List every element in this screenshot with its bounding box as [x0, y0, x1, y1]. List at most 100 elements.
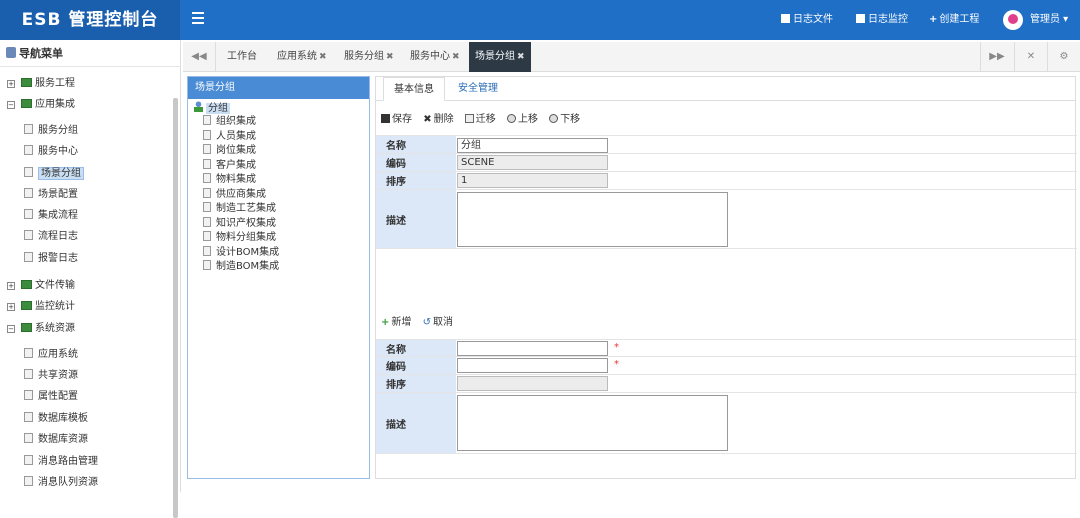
- sidebar-item[interactable]: + 服务工程: [7, 74, 75, 94]
- user-menu[interactable]: 管理员 ▾: [1030, 0, 1068, 40]
- detail-tabs: 基本信息 安全管理: [376, 77, 1075, 101]
- sidebar: 导航菜单 + 服务工程 − 应用集成 服务分组 服务中心 场景分组 场景配置 集成流程 流程日志报…: [0, 40, 181, 518]
- file-icon: [781, 14, 790, 23]
- menu-toggle-icon[interactable]: [192, 12, 204, 26]
- log-file-link[interactable]: 日志文件: [781, 0, 833, 40]
- page-icon: [24, 369, 33, 379]
- sidebar-scrollbar[interactable]: [173, 98, 178, 518]
- page-icon: [24, 188, 33, 198]
- sidebar-item[interactable]: 场景分组: [24, 164, 84, 184]
- tree-node[interactable]: 岗位集成: [203, 144, 256, 158]
- page-icon: [203, 144, 211, 154]
- folder-icon: [21, 78, 32, 87]
- sidebar-item[interactable]: 场景配置: [24, 185, 78, 205]
- save-button[interactable]: 保存: [381, 114, 412, 125]
- sidebar-item[interactable]: + 监控统计: [7, 297, 75, 317]
- page-icon: [24, 252, 33, 262]
- page-icon: [24, 230, 33, 240]
- close-icon[interactable]: ✖: [386, 52, 394, 62]
- page-icon: [24, 209, 33, 219]
- undo-icon: ↺: [422, 317, 431, 328]
- close-icon[interactable]: ✖: [517, 52, 525, 62]
- sidebar-item[interactable]: 数据库资源: [24, 430, 88, 450]
- sidebar-item[interactable]: 消息路由管理: [24, 452, 98, 472]
- migrate-button[interactable]: 迁移: [464, 114, 496, 125]
- fullscreen-icon[interactable]: ✕: [1014, 42, 1047, 72]
- tree-node[interactable]: 物料分组集成: [203, 231, 276, 245]
- sidebar-item[interactable]: 服务中心: [24, 142, 78, 162]
- expand-icon[interactable]: +: [7, 303, 15, 311]
- collapse-icon[interactable]: −: [7, 101, 15, 109]
- delete-button[interactable]: ✖ 删除: [423, 114, 453, 125]
- tree-node[interactable]: 客户集成: [203, 158, 256, 173]
- sidebar-item[interactable]: 报警日志: [24, 249, 78, 269]
- top-header: ESB 管理控制台 日志文件 日志监控 + 创建工程 管理员 ▾: [0, 0, 1080, 40]
- detail-panel: 基本信息 安全管理 保存 ✖ 删除 迁移 上移 下移 名称 分组 编码 SCENE…: [375, 76, 1077, 479]
- sidebar-item[interactable]: 数据库模板: [24, 409, 88, 429]
- new-name-field[interactable]: [457, 341, 608, 356]
- new-code-field[interactable]: [457, 358, 608, 373]
- sidebar-item[interactable]: 应用系统: [24, 345, 78, 365]
- log-monitor-link[interactable]: 日志监控: [856, 0, 908, 40]
- scene-group-tree-panel: 场景分组 分组 组织集成 人员集成 岗位集成 客户集成 物料集成 供应商集成 制造工艺集成知…: [187, 76, 370, 479]
- page-icon: [24, 412, 33, 422]
- tab[interactable]: 工作台: [227, 42, 257, 72]
- tab-scroll-right-icon[interactable]: ▶▶: [980, 42, 1013, 72]
- close-icon[interactable]: ✖: [452, 52, 460, 62]
- page-icon: [24, 455, 33, 465]
- expand-icon[interactable]: +: [7, 80, 15, 88]
- tree-root[interactable]: 分组: [194, 101, 230, 116]
- new-row-desc: 描述: [376, 393, 1077, 454]
- tree-title: 场景分组: [188, 77, 369, 99]
- sidebar-item[interactable]: 属性配置: [24, 387, 78, 407]
- toolbar-top: 保存 ✖ 删除 迁移 上移 下移: [381, 111, 588, 129]
- tab[interactable]: 场景分组 ✖: [469, 42, 531, 72]
- sidebar-item[interactable]: − 应用集成: [7, 95, 75, 115]
- page-icon: [203, 173, 211, 183]
- tab[interactable]: 服务中心 ✖: [410, 42, 460, 72]
- gear-icon[interactable]: ⚙: [1047, 42, 1080, 72]
- page-icon: [24, 348, 33, 358]
- page-icon: [203, 129, 211, 140]
- tree-node[interactable]: 设计BOM集成: [203, 245, 279, 260]
- sidebar-item[interactable]: 消息队列资源: [24, 473, 98, 493]
- tree-node[interactable]: 物料集成: [203, 173, 256, 187]
- move-up-button[interactable]: 上移: [506, 114, 538, 125]
- tab[interactable]: 应用系统 ✖: [277, 42, 327, 72]
- tree-node[interactable]: 供应商集成: [203, 187, 266, 202]
- collapse-icon[interactable]: −: [7, 325, 15, 333]
- tab-security[interactable]: 安全管理: [448, 77, 508, 101]
- tree-node[interactable]: 制造工艺集成: [203, 202, 276, 216]
- sidebar-item[interactable]: 共享资源: [24, 366, 78, 386]
- move-down-button[interactable]: 下移: [549, 114, 580, 125]
- tab-basic-info[interactable]: 基本信息: [383, 77, 445, 101]
- delete-icon: ✖: [423, 114, 432, 125]
- sidebar-item[interactable]: 流程日志: [24, 227, 78, 247]
- save-icon: [381, 114, 390, 123]
- create-project-link[interactable]: + 创建工程: [929, 0, 979, 40]
- sidebar-item[interactable]: − 系统资源: [7, 319, 75, 339]
- new-description-textarea[interactable]: [457, 395, 728, 451]
- tab-bar: ◀◀ 工作台 应用系统 ✖ 服务分组 ✖ 服务中心 ✖ 场景分组 ✖ ▶▶ ✕ ⚙: [183, 42, 1080, 72]
- folder-icon: [21, 323, 32, 332]
- folder-icon: [21, 99, 32, 108]
- tree-node[interactable]: 组织集成: [203, 115, 256, 129]
- tab[interactable]: 服务分组 ✖: [344, 42, 394, 72]
- add-button[interactable]: + 新增: [381, 317, 411, 328]
- description-textarea[interactable]: [457, 192, 728, 247]
- expand-icon[interactable]: +: [7, 282, 15, 290]
- tab-scroll-left-icon[interactable]: ◀◀: [183, 42, 216, 72]
- tree-node[interactable]: 制造BOM集成: [203, 260, 279, 274]
- sidebar-item[interactable]: + 文件传输: [7, 276, 75, 296]
- tree-node[interactable]: 人员集成: [203, 129, 256, 144]
- form-row-order: 排序 1: [376, 172, 1077, 190]
- tree-node[interactable]: 知识产权集成: [203, 216, 276, 231]
- avatar[interactable]: [1003, 10, 1023, 30]
- sidebar-item[interactable]: 服务分组: [24, 121, 78, 141]
- cancel-button[interactable]: ↺ 取消: [423, 317, 453, 328]
- sidebar-item[interactable]: 集成流程: [24, 206, 78, 226]
- arrow-up-icon: [506, 114, 516, 123]
- close-icon[interactable]: ✖: [319, 52, 327, 62]
- toolbar-bottom: + 新增 ↺ 取消: [381, 314, 461, 332]
- name-field[interactable]: 分组: [457, 138, 608, 153]
